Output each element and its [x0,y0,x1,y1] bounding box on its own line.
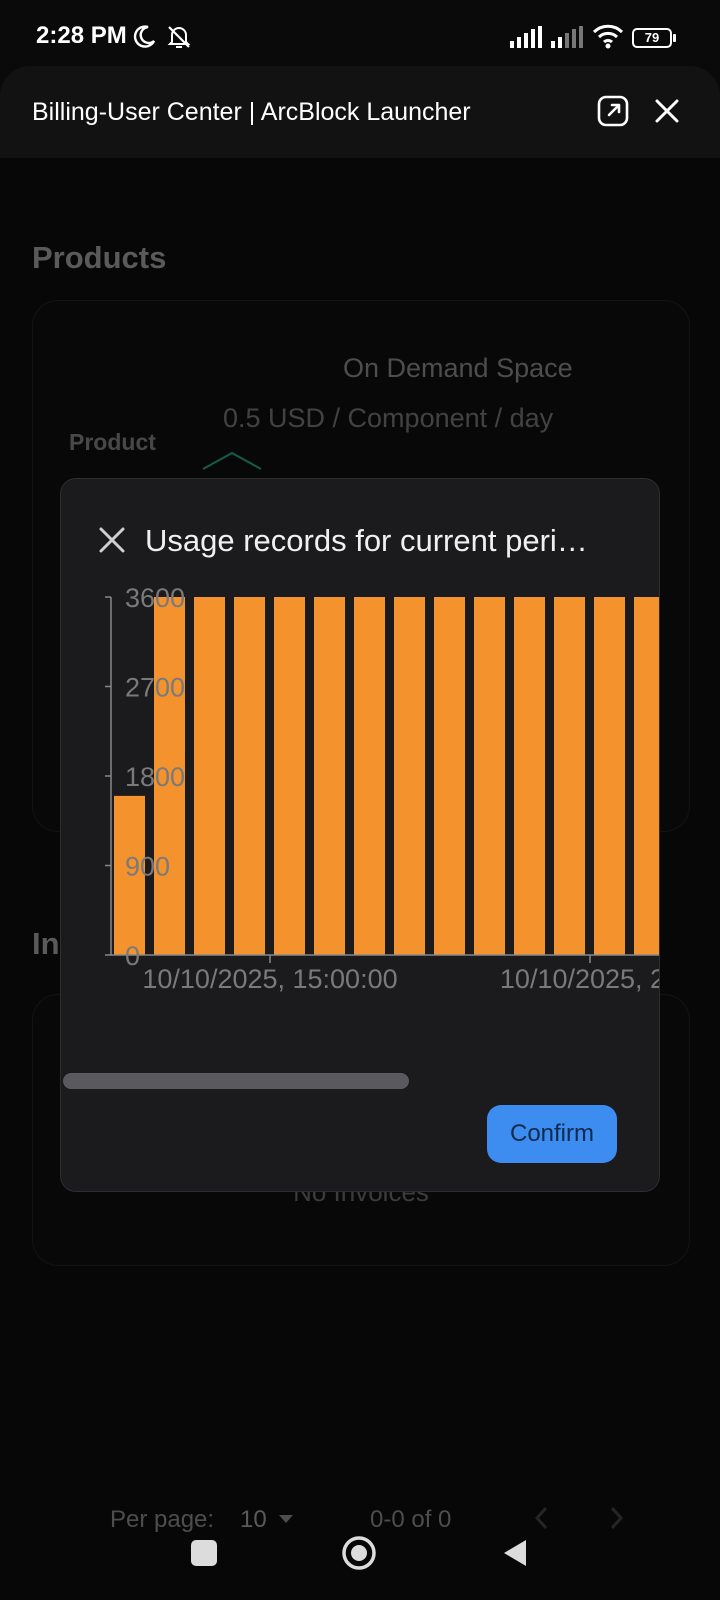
chart-scrollbar[interactable] [63,1073,659,1089]
chart-bar [194,597,225,955]
chart-y-tick-label: 1800 [125,762,185,792]
chart-y-tick-label: 3600 [125,583,185,613]
dialog-close-icon[interactable] [97,525,127,555]
chart-bar [434,597,465,955]
signal-icon [510,26,542,48]
confirm-button[interactable]: Confirm [487,1105,617,1163]
status-bar: 2:28 PM 79 [0,0,720,76]
chart-y-tick-label: 0 [125,941,140,971]
usage-records-dialog: Usage records for current peri… 0 900 1800… [60,478,660,1192]
usage-chart[interactable]: 0 900 1800 2700 3600 10/10/2025, 15:00:00 10/1… [61,579,660,999]
chart-bar [394,597,425,955]
chart-bar [554,597,585,955]
page-title: Billing-User Center | ArcBlock Launcher [32,98,471,126]
usage-chart-svg: 0 900 1800 2700 3600 10/10/2025, 15:00:00 10/1… [105,583,660,994]
chart-scroll-thumb[interactable] [63,1073,409,1089]
moon-icon [133,25,156,48]
chart-bar [634,597,659,955]
chart-bar [314,597,345,955]
home-button-icon[interactable] [341,1535,377,1571]
chart-bar [274,597,305,955]
signal-weak-icon [551,26,583,48]
chart-y-tick-label: 900 [125,852,170,882]
wifi-icon [592,24,624,49]
close-icon[interactable] [652,96,682,126]
chart-x-tick-label: 10/10/2025, 23 [500,964,660,994]
battery-indicator: 79 [632,28,676,48]
status-time: 2:28 PM [36,22,127,49]
chart-x-tick-label: 10/10/2025, 15:00:00 [142,964,397,994]
chart-bar [514,597,545,955]
chart-bar [354,597,385,955]
bell-muted-icon [167,26,191,48]
chart-bar [474,597,505,955]
back-button-icon[interactable] [502,1538,528,1568]
chart-bar [594,597,625,955]
open-external-icon[interactable] [596,94,630,128]
browser-header: Billing-User Center | ArcBlock Launcher [0,66,720,158]
dialog-title: Usage records for current peri… [145,523,588,558]
recents-button[interactable] [191,1540,217,1566]
chart-y-tick-label: 2700 [125,673,185,703]
chart-bar [234,597,265,955]
